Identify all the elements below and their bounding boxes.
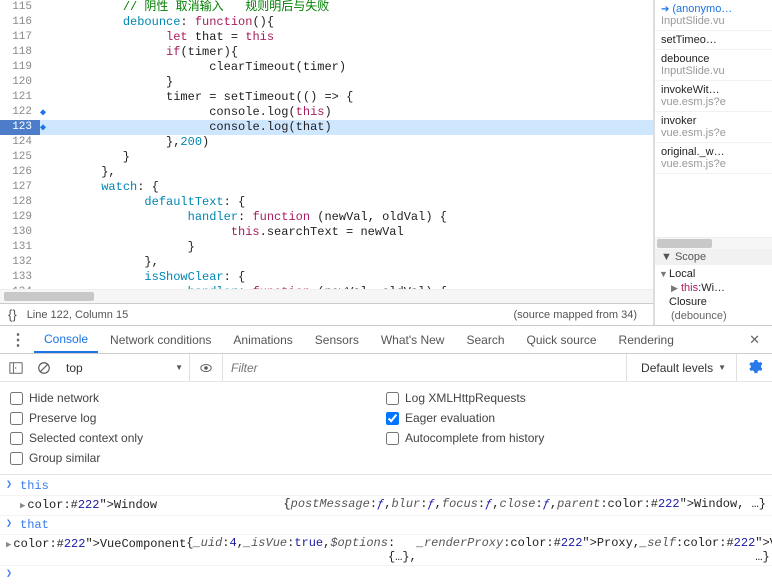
clear-console-button[interactable] — [32, 357, 56, 379]
drawer-close-button[interactable]: ✕ — [741, 332, 768, 348]
drawer-tab-rendering[interactable]: Rendering — [609, 328, 684, 352]
drawer-tab-what's-new[interactable]: What's New — [371, 328, 455, 352]
checkbox-log-xmlhttprequests[interactable]: Log XMLHttpRequests — [386, 388, 762, 408]
filter-input-wrap — [222, 354, 627, 381]
scope-local[interactable]: ▼Local — [659, 267, 768, 281]
code-line[interactable]: 126 }, — [0, 165, 653, 180]
code-line[interactable]: 127 watch: { — [0, 180, 653, 195]
debugger-sidebar: ➔(anonymo…InputSlide.vusetTimeo…debounce… — [654, 0, 772, 325]
scope-body: ▼Local ▶this: Wi… ▶Closure (debounce) — [655, 265, 772, 325]
drawer-tab-animations[interactable]: Animations — [223, 328, 302, 352]
code-line[interactable]: 116 debounce: function(){ — [0, 15, 653, 30]
cursor-position: Line 122, Column 15 — [27, 309, 129, 321]
code-line[interactable]: 132 }, — [0, 255, 653, 270]
code-line[interactable]: 123◆ console.log(that) — [0, 120, 653, 135]
drawer-tab-sensors[interactable]: Sensors — [305, 328, 369, 352]
callstack-item[interactable]: debounceInputSlide.vu — [655, 50, 772, 81]
callstack-item[interactable]: original._w…vue.esm.js?e — [655, 143, 772, 174]
drawer-tab-network-conditions[interactable]: Network conditions — [100, 328, 221, 352]
console-settings-button[interactable] — [741, 359, 768, 377]
drawer-menu-button[interactable]: ⋮ — [4, 330, 32, 350]
callstack-item[interactable]: ➔(anonymo…InputSlide.vu — [655, 0, 772, 31]
console-input-line: ❯that — [0, 516, 772, 535]
callstack-item[interactable]: setTimeo… — [655, 31, 772, 50]
editor-h-scroll[interactable] — [0, 289, 653, 303]
drawer-tab-quick-source[interactable]: Quick source — [517, 328, 607, 352]
code-line[interactable]: 118 if(timer){ — [0, 45, 653, 60]
code-line[interactable]: 128 defaultText: { — [0, 195, 653, 210]
console-settings-panel: Hide networkPreserve logSelected context… — [0, 382, 772, 475]
checkbox-eager-evaluation[interactable]: Eager evaluation — [386, 408, 762, 428]
live-expression-button[interactable] — [194, 357, 218, 379]
console-prompt[interactable]: ❯ — [0, 566, 772, 584]
source-editor: 115 // 阴性 取消输入 规则明后与失败116 debounce: func… — [0, 0, 654, 325]
console-output[interactable]: ❯this ▶color:#222">Window {postMessage: … — [0, 475, 772, 587]
scope-header[interactable]: ▼ Scope — [655, 249, 772, 265]
code-line[interactable]: 124 },200) — [0, 135, 653, 150]
code-line[interactable]: 125 } — [0, 150, 653, 165]
code-line[interactable]: 129 handler: function (newVal, oldVal) { — [0, 210, 653, 225]
drawer-tab-console[interactable]: Console — [34, 327, 98, 353]
checkbox-selected-context-only[interactable]: Selected context only — [10, 428, 386, 448]
console-input-line: ❯this — [0, 477, 772, 496]
drawer: ⋮ ConsoleNetwork conditionsAnimationsSen… — [0, 326, 772, 587]
code-area[interactable]: 115 // 阴性 取消输入 规则明后与失败116 debounce: func… — [0, 0, 653, 289]
editor-status-bar: {} Line 122, Column 15 (source mapped fr… — [0, 303, 653, 325]
scope-closure[interactable]: ▶Closure — [659, 295, 768, 309]
checkbox-autocomplete-from-history[interactable]: Autocomplete from history — [386, 428, 762, 448]
source-map-info: (source mapped from 34) — [514, 309, 638, 321]
filter-input[interactable] — [223, 361, 626, 375]
code-line[interactable]: 122◆ console.log(this) — [0, 105, 653, 120]
scope-local-this[interactable]: ▶this: Wi… — [659, 281, 768, 295]
drawer-tab-search[interactable]: Search — [456, 328, 514, 352]
code-line[interactable]: 117 let that = this — [0, 30, 653, 45]
code-line[interactable]: 133 isShowClear: { — [0, 270, 653, 285]
console-output-line[interactable]: ▶color:#222">VueComponent {_uid: 4, _isV… — [0, 535, 772, 566]
scope-closure-sub: (debounce) — [659, 309, 768, 323]
call-stack[interactable]: ➔(anonymo…InputSlide.vusetTimeo…debounce… — [655, 0, 772, 237]
checkbox-preserve-log[interactable]: Preserve log — [10, 408, 386, 428]
toggle-sidebar-button[interactable] — [4, 357, 28, 379]
code-line[interactable]: 119 clearTimeout(timer) — [0, 60, 653, 75]
console-toolbar: top▼ Default levels▼ — [0, 354, 772, 382]
console-output-line[interactable]: ▶color:#222">Window {postMessage: ƒ, blu… — [0, 496, 772, 516]
code-line[interactable]: 121 timer = setTimeout(() => { — [0, 90, 653, 105]
context-selector[interactable]: top▼ — [60, 354, 190, 381]
checkbox-group-similar[interactable]: Group similar — [10, 448, 386, 468]
pretty-print-button[interactable]: {} — [8, 307, 17, 322]
sidebar-h-scroll[interactable] — [655, 237, 772, 249]
code-line[interactable]: 120 } — [0, 75, 653, 90]
checkbox-hide-network[interactable]: Hide network — [10, 388, 386, 408]
code-line[interactable]: 131 } — [0, 240, 653, 255]
callstack-item[interactable]: invokervue.esm.js?e — [655, 112, 772, 143]
code-line[interactable]: 130 this.searchText = newVal — [0, 225, 653, 240]
code-line[interactable]: 115 // 阴性 取消输入 规则明后与失败 — [0, 0, 653, 15]
callstack-item[interactable]: invokeWit…vue.esm.js?e — [655, 81, 772, 112]
log-levels-selector[interactable]: Default levels▼ — [631, 354, 737, 381]
drawer-tabs: ⋮ ConsoleNetwork conditionsAnimationsSen… — [0, 326, 772, 354]
